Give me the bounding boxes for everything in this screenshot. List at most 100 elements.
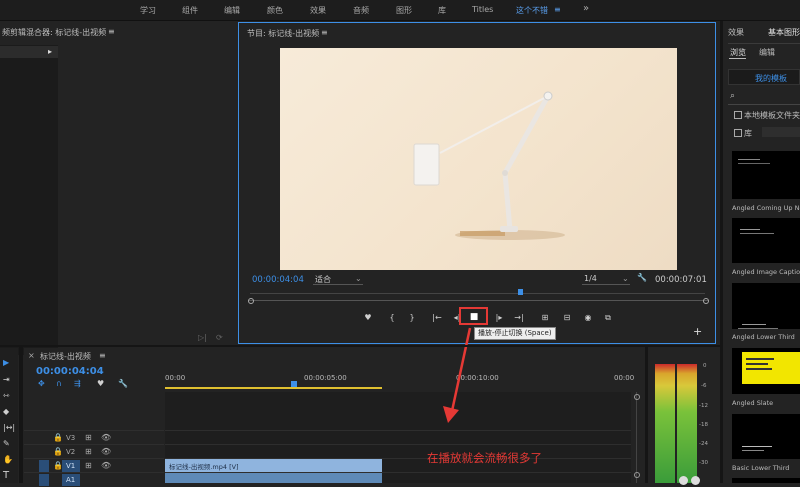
compare-view-icon[interactable]: ⧉ — [602, 313, 614, 323]
play-stop-button[interactable]: ■ — [469, 312, 479, 322]
menu-color[interactable]: 颜色 — [267, 5, 283, 16]
mark-in-icon[interactable]: { — [387, 313, 397, 323]
add-marker-icon[interactable]: ♥ — [97, 379, 104, 389]
meter-right — [677, 364, 697, 483]
template-thumbnail[interactable] — [732, 414, 800, 459]
razor-icon[interactable]: ◆ — [3, 407, 9, 417]
slip-tool-icon[interactable]: |↔| — [3, 423, 15, 433]
menu-effects[interactable]: 效果 — [310, 5, 326, 16]
tab-browse[interactable]: 浏览 — [730, 47, 746, 58]
menu-custom-workspace[interactable]: 这个不错 — [516, 5, 548, 16]
chevron-down-icon: ⌄ — [622, 274, 629, 283]
time-ruler[interactable]: 00:00 00:00:05:00 00:00:10:00 00:00 — [165, 370, 635, 392]
more-workspaces-icon[interactable]: » — [583, 3, 589, 14]
meter-scale: 0 — [703, 363, 707, 369]
tab-effects[interactable]: 效果 — [728, 27, 744, 38]
panel-menu-icon[interactable]: ≡ — [108, 27, 115, 36]
ripple-edit-icon[interactable]: ⇿ — [3, 391, 10, 401]
lock-icon[interactable]: 🔒 — [53, 433, 63, 443]
playhead-marker[interactable] — [518, 289, 523, 295]
menu-libraries[interactable]: 库 — [438, 5, 446, 16]
tab-essential-graphics[interactable]: 基本图形 — [768, 27, 800, 38]
nest-icon[interactable]: ✥ — [38, 379, 45, 389]
template-thumbnail[interactable] — [732, 151, 800, 199]
eye-icon[interactable]: 👁 — [101, 447, 111, 457]
menu-learn[interactable]: 学习 — [140, 5, 156, 16]
go-to-out-icon[interactable]: →| — [513, 313, 525, 323]
track-area[interactable]: 标记线-出视频.mp4 [V] — [165, 392, 631, 483]
timeline-timecode[interactable]: 00:00:04:04 — [36, 366, 104, 377]
solo-button[interactable] — [679, 476, 688, 485]
overwrite-icon[interactable]: ⊟ — [561, 313, 573, 323]
template-thumbnail[interactable] — [732, 283, 800, 329]
source-patch-v1[interactable] — [39, 460, 49, 472]
pen-icon[interactable]: ✎ — [3, 439, 10, 449]
sync-lock-icon[interactable]: ⊞ — [85, 447, 92, 457]
solo-button[interactable] — [691, 476, 700, 485]
work-area-bar[interactable] — [165, 387, 382, 389]
tab-edit[interactable]: 编辑 — [759, 47, 775, 58]
menu-edit[interactable]: 编辑 — [224, 5, 240, 16]
fit-dropdown[interactable]: 适合 ⌄ — [313, 273, 363, 285]
go-to-in-icon[interactable]: |← — [431, 313, 443, 323]
menu-assembly[interactable]: 组件 — [182, 5, 198, 16]
type-tool-icon[interactable]: T — [3, 471, 9, 481]
zoom-scrollbar[interactable] — [248, 298, 709, 304]
template-thumbnail[interactable] — [732, 478, 800, 483]
play-audio-icon[interactable]: ▷| — [198, 333, 207, 343]
close-sequence-icon[interactable]: × — [28, 351, 35, 360]
library-checkbox[interactable] — [734, 129, 742, 137]
loop-icon[interactable]: ⟳ — [216, 333, 223, 343]
video-clip[interactable]: 标记线-出视频.mp4 [V] — [165, 459, 382, 472]
mini-ruler[interactable] — [250, 287, 705, 297]
step-forward-icon[interactable]: |▸ — [494, 313, 504, 323]
program-current-timecode[interactable]: 00:00:04:04 — [252, 275, 304, 285]
hand-icon[interactable]: ✋ — [3, 455, 13, 465]
eye-icon[interactable]: 👁 — [101, 461, 111, 471]
vertical-scrollbar[interactable] — [634, 392, 640, 483]
video-frame[interactable] — [280, 48, 677, 270]
essential-graphics-panel: 效果 基本图形 浏览 编辑 我的模板 ⌕ 本地模板文件夹 库 Angled Co… — [724, 21, 800, 483]
camera-icon[interactable]: ◉ — [582, 313, 594, 323]
audio-clip[interactable] — [165, 473, 382, 483]
track-select-icon[interactable]: ⇥ — [3, 375, 10, 385]
resolution-dropdown[interactable]: 1/4 ⌄ — [582, 273, 630, 285]
track-target-a1[interactable]: A1 — [62, 474, 80, 486]
track-row-v3: 🔒 V3 ⊞ 👁 — [24, 430, 164, 445]
add-marker-icon[interactable]: ♥ — [363, 313, 373, 323]
template-source-dropdown[interactable]: 我的模板 — [728, 69, 800, 85]
library-dropdown[interactable] — [762, 127, 800, 137]
tooltip-text: 播放-停止切换 (Space) — [478, 329, 552, 337]
template-search-input[interactable]: ⌕ — [728, 91, 800, 105]
workspace-menu-icon[interactable]: ≡ — [554, 5, 561, 14]
track-label: V3 — [66, 434, 76, 442]
timeline-menu-icon[interactable]: ≡ — [99, 351, 106, 360]
mark-out-icon[interactable]: } — [407, 313, 417, 323]
menu-audio[interactable]: 音频 — [353, 5, 369, 16]
eye-icon[interactable]: 👁 — [101, 433, 111, 443]
wrench-icon[interactable]: 🔧 — [118, 379, 128, 389]
lock-icon[interactable]: 🔒 — [53, 447, 63, 457]
template-thumbnail[interactable] — [732, 348, 800, 394]
meter-scale: -18 — [699, 422, 708, 428]
track-headers: 🔒 V3 ⊞ 👁 🔒 V2 ⊞ 👁 🔒 V1 ⊞ 👁 A1 — [24, 430, 164, 486]
local-templates-checkbox[interactable] — [734, 111, 742, 119]
wrench-icon[interactable]: 🔧 — [637, 273, 647, 283]
track-target-v1[interactable]: V1 — [62, 460, 80, 472]
menu-titles[interactable]: Titles — [472, 5, 493, 14]
button-editor-icon[interactable]: + — [693, 326, 702, 337]
sync-lock-icon[interactable]: ⊞ — [85, 461, 92, 471]
source-patch-a1[interactable] — [39, 474, 49, 486]
sequence-tab-title[interactable]: 标记线-出视频 — [40, 351, 91, 362]
snap-icon[interactable]: ∩ — [56, 379, 62, 389]
program-menu-icon[interactable]: ≡ — [321, 28, 328, 37]
selection-tool-icon[interactable]: ▶ — [3, 358, 9, 368]
template-thumbnail[interactable] — [732, 218, 800, 263]
meter-scale: -12 — [699, 403, 708, 409]
playhead-handle[interactable] — [291, 381, 297, 387]
sync-lock-icon[interactable]: ⊞ — [85, 433, 92, 443]
linked-selection-icon[interactable]: ⇶ — [74, 379, 81, 389]
menu-graphics[interactable]: 图形 — [396, 5, 412, 16]
insert-icon[interactable]: ⊞ — [539, 313, 551, 323]
expand-arrow-icon[interactable]: ▸ — [48, 47, 52, 56]
